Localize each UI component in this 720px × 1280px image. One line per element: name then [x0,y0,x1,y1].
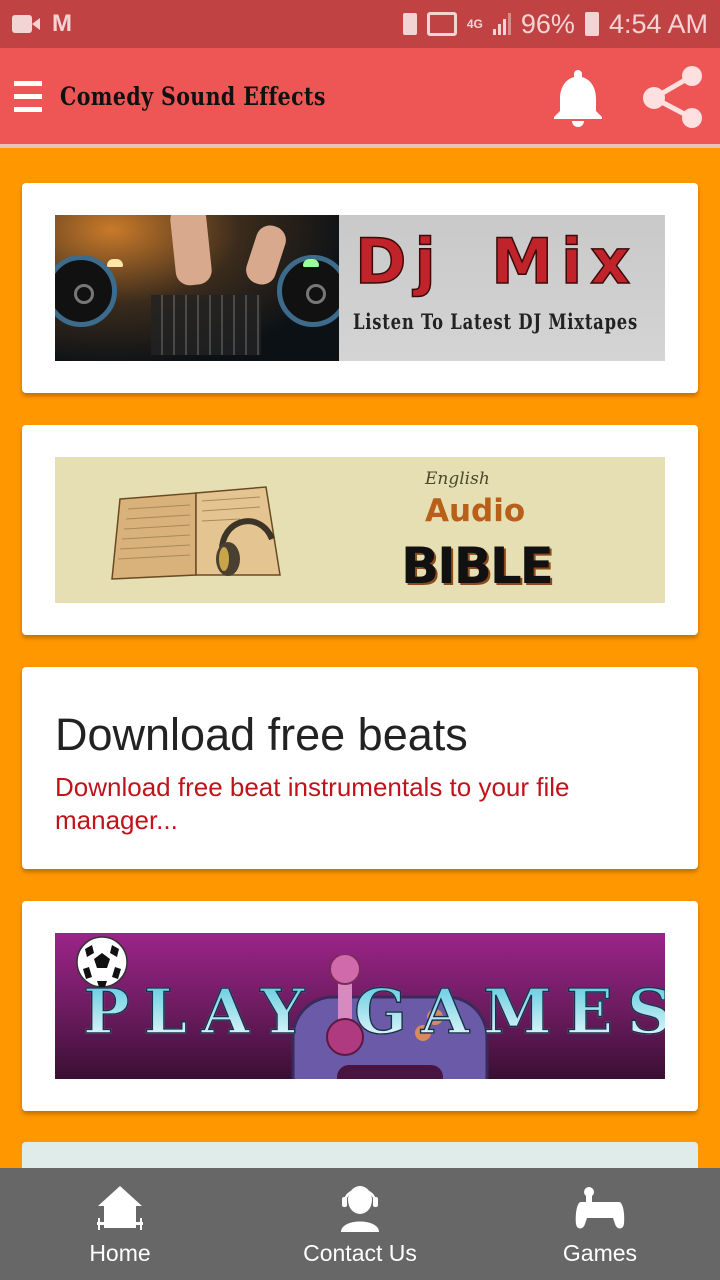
signal-icon [492,13,511,35]
audio-bible-banner[interactable]: English Audio BIBLE [55,457,665,603]
app-bar: Comedy Sound Effects [0,48,720,144]
play-games-banner[interactable]: PLAY GAMES [55,933,665,1079]
bible-title: BIBLE [401,537,554,595]
dj-mixer-image [55,215,349,361]
bottom-navigation: Home Contact Us Games [0,1168,720,1280]
audio-bible-card[interactable]: English Audio BIBLE [22,425,698,635]
play-games-card[interactable]: PLAY GAMES [22,901,698,1111]
nav-home[interactable]: Home [0,1168,240,1280]
nav-contact-us-label: Contact Us [303,1240,417,1266]
book-headphones-image [111,486,281,580]
dj-mix-text-panel: Dj Mix Listen To Latest DJ Mixtapes [339,215,665,361]
dj-mix-subtitle: Listen To Latest DJ Mixtapes [353,309,639,334]
cast-icon [426,12,457,36]
battery-percent: 96% [520,8,575,39]
play-games-title: PLAY GAMES [82,974,665,1049]
status-bar: M 4G 96% 4:54 AM [0,0,720,48]
battery-saver-icon [402,13,417,35]
clock: 4:54 AM [608,8,708,39]
download-beats-title: Download free beats [55,709,468,760]
nav-games[interactable]: Games [480,1168,720,1280]
headset-person-icon [341,1186,379,1232]
dj-mix-banner[interactable]: Dj Mix Listen To Latest DJ Mixtapes [55,215,665,361]
dj-mix-title: Dj Mix [354,224,639,299]
next-card-partial[interactable] [22,1142,698,1168]
gmail-icon: M [52,10,72,37]
dj-mix-card[interactable]: Dj Mix Listen To Latest DJ Mixtapes [22,183,698,393]
bible-audio-label: Audio [425,493,526,529]
app-title: Comedy Sound Effects [60,81,326,111]
nav-contact-us[interactable]: Contact Us [240,1168,480,1280]
nav-home-label: Home [89,1240,151,1266]
bell-icon[interactable] [550,66,606,128]
network-4g-icon: 4G [466,17,483,31]
download-beats-description: Download free beat instrumentals to your… [55,772,570,835]
content-list[interactable]: Dj Mix Listen To Latest DJ Mixtapes Engl… [0,148,720,1168]
nav-games-label: Games [562,1240,638,1266]
menu-icon[interactable] [14,80,42,112]
battery-icon [584,12,599,36]
gamepad-icon [575,1187,625,1229]
download-beats-card[interactable]: Download free beats Download free beat i… [22,667,698,869]
home-icon [97,1186,143,1230]
bible-english-label: English [425,469,490,489]
video-camera-icon [12,15,40,33]
share-icon[interactable] [638,62,708,132]
